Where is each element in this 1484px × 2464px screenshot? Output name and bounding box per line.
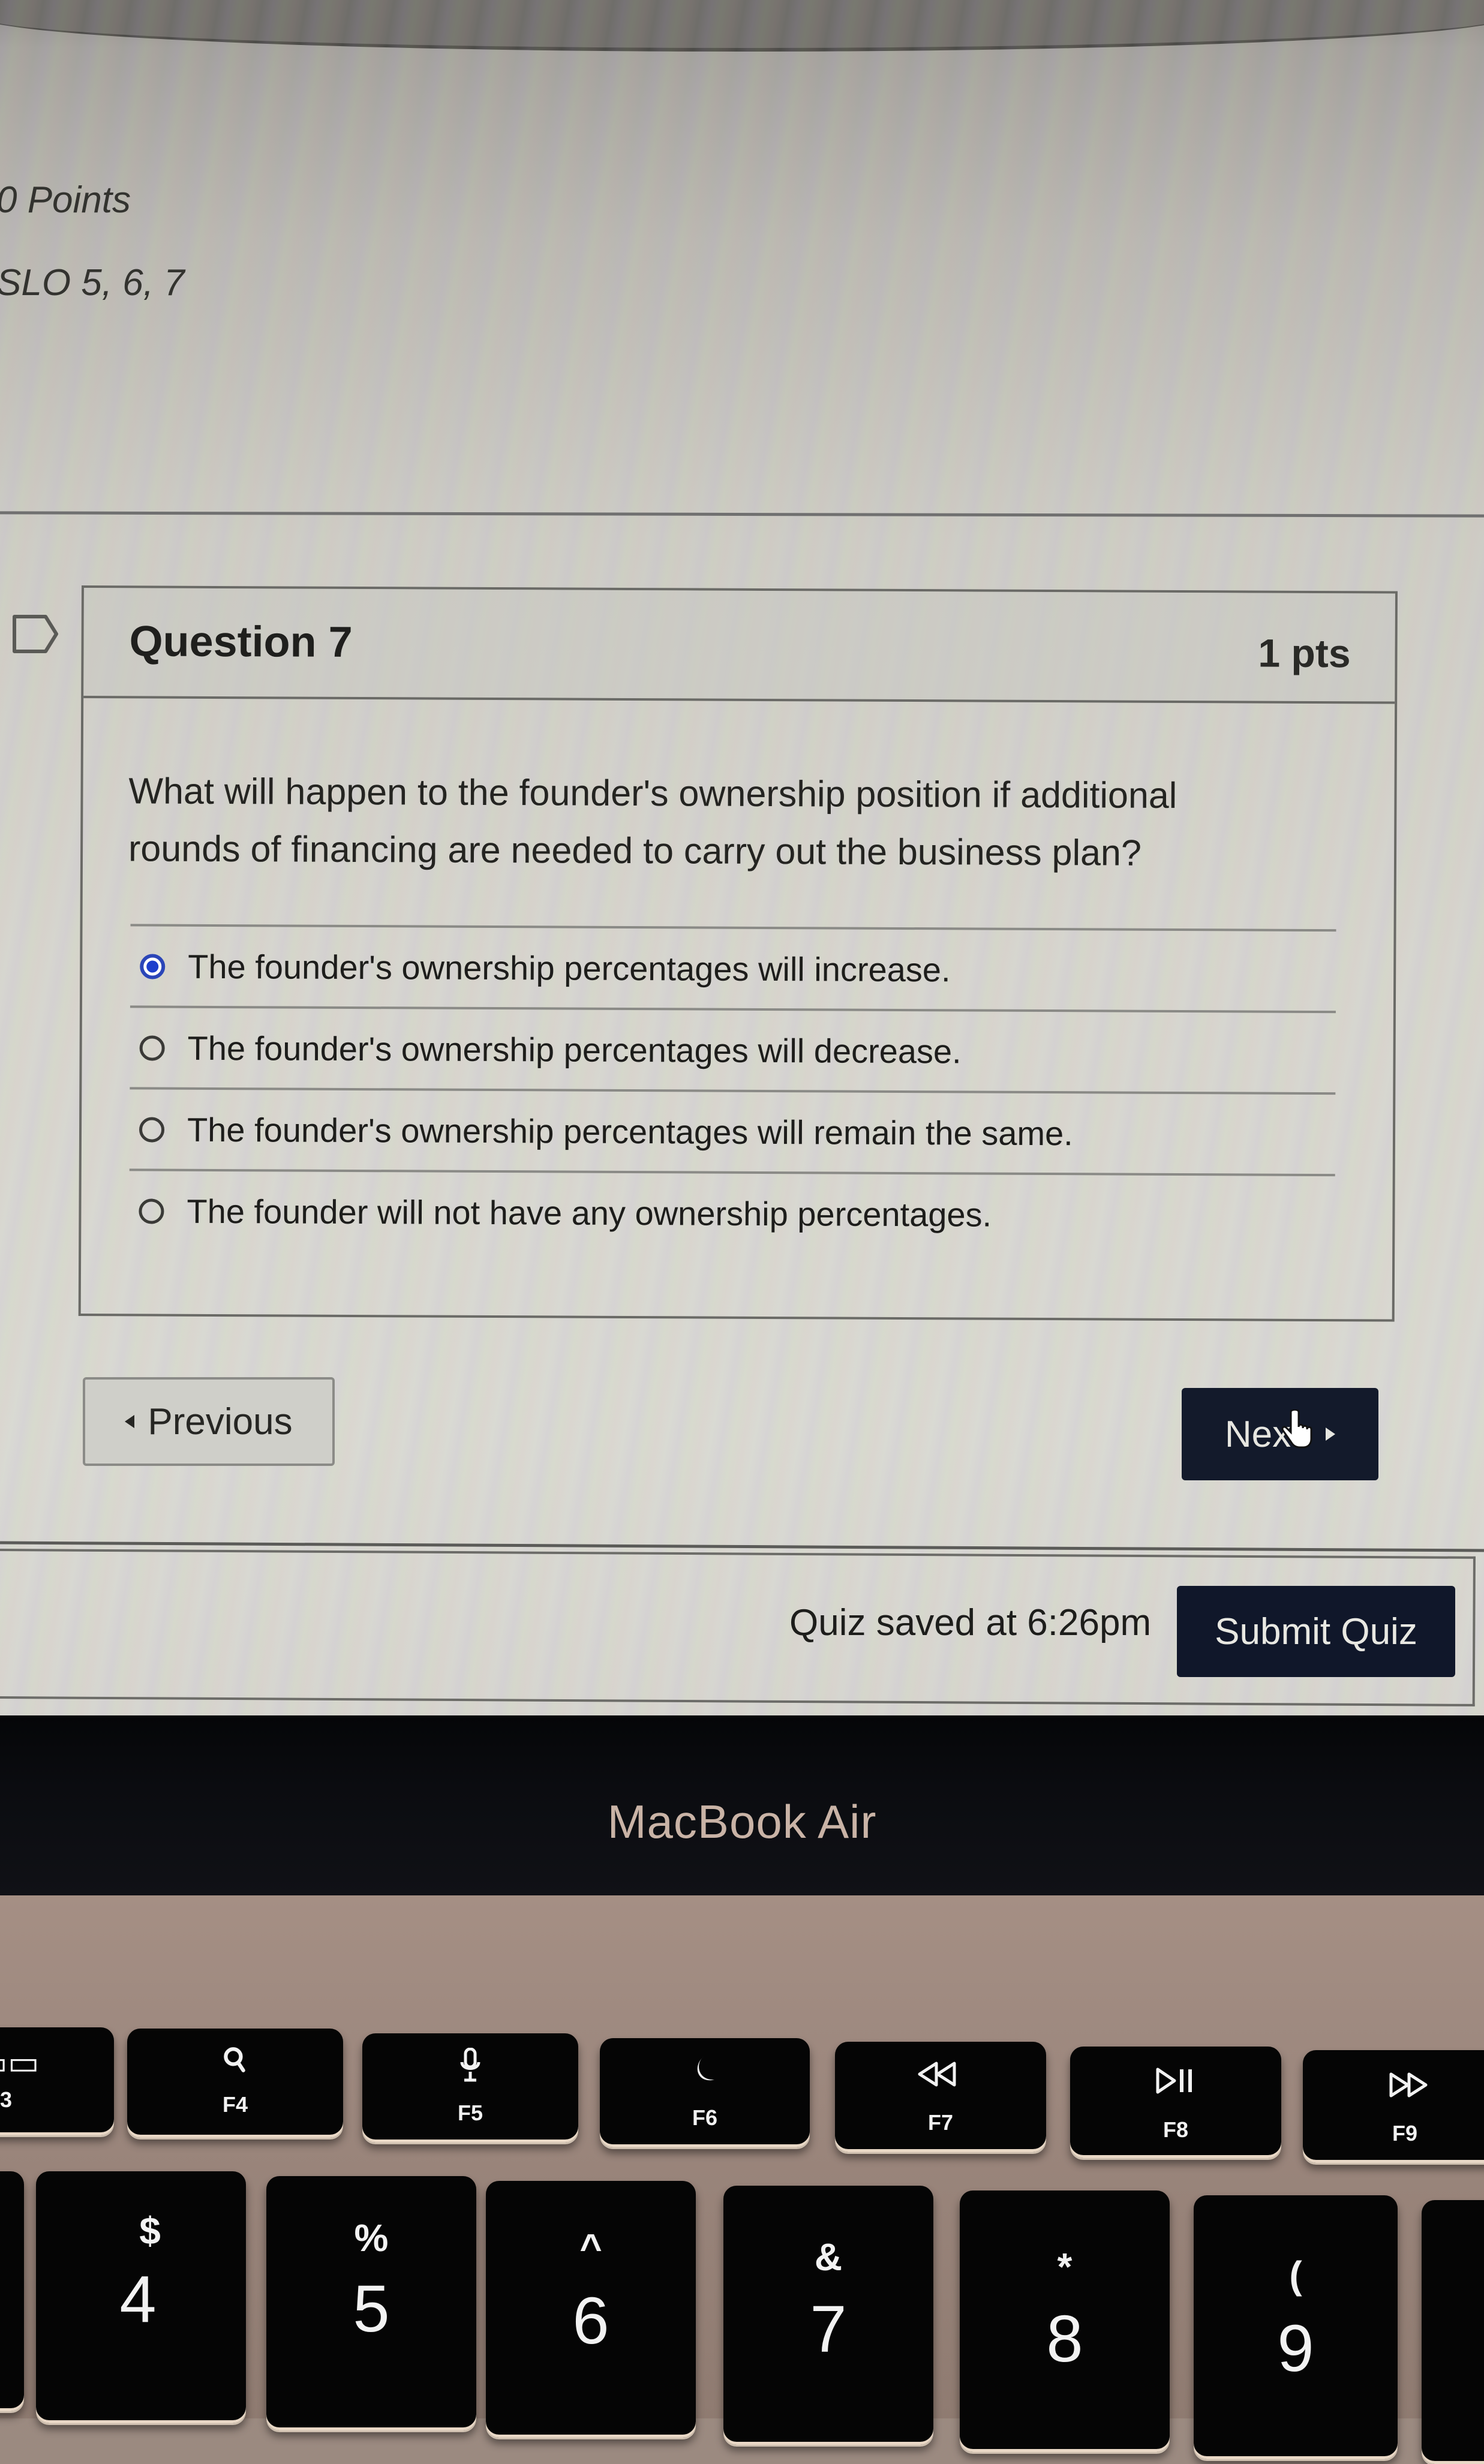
question-text-line: rounds of financing are needed to carry … (128, 828, 1142, 873)
key-9[interactable]: ( 9 (1194, 2195, 1398, 2459)
laptop-screen: 0 Points SLO 5, 6, 7 Question 7 1 pts Wh… (0, 0, 1484, 1727)
answer-option[interactable]: The founder's ownership percentages will… (130, 1005, 1336, 1093)
key-0[interactable] (1422, 2200, 1484, 2464)
fn-label: F4 (222, 2092, 248, 2117)
rewind-icon (918, 2062, 956, 2087)
key-f7[interactable]: F7 (835, 2042, 1046, 2152)
key-f4[interactable]: F4 (127, 2029, 343, 2138)
microphone-icon (460, 2048, 480, 2082)
fn-label: F7 (927, 2110, 953, 2135)
key-8[interactable]: * 8 (960, 2190, 1170, 2452)
laptop-bezel: MacBook Air (0, 1715, 1484, 1895)
fn-label: F6 (692, 2105, 717, 2130)
keyboard-deck: ▭▭ 3 F4 F5 F6 F7 (0, 1895, 1484, 2464)
radio-button[interactable] (139, 1117, 165, 1143)
fn-label: 3 (0, 2087, 13, 2112)
fn-label: F9 (1392, 2121, 1417, 2146)
fast-forward-icon (1389, 2072, 1428, 2098)
hand-cursor-icon (1281, 1410, 1312, 1449)
question-title: Question 7 (129, 617, 353, 666)
radio-button[interactable] (139, 1035, 165, 1061)
fn-label: F8 (1162, 2117, 1188, 2142)
caret-left-icon (125, 1415, 135, 1428)
device-brand-label: MacBook Air (607, 1795, 877, 1848)
caret-right-icon (1326, 1428, 1336, 1441)
shift-symbol: & (814, 2235, 843, 2279)
shift-symbol: % (354, 2216, 389, 2259)
key-f6[interactable]: F6 (600, 2038, 810, 2147)
moon-icon (697, 2057, 714, 2081)
question-text-line: What will happen to the founder's owners… (128, 770, 1177, 816)
radio-button[interactable] (139, 1198, 164, 1224)
screen-top-edge (0, 0, 1484, 52)
shift-symbol: $ (139, 2209, 161, 2252)
number-label: 9 (1277, 2312, 1314, 2385)
question-text: What will happen to the founder's owners… (128, 762, 1329, 882)
key-6[interactable]: ^ 6 (486, 2181, 696, 2438)
play-pause-icon (1156, 2068, 1192, 2094)
key-f5[interactable]: F5 (362, 2033, 578, 2143)
answer-label[interactable]: The founder's ownership percentages will… (187, 1029, 961, 1071)
question-points: 1 pts (1258, 630, 1351, 676)
number-label: 5 (353, 2272, 390, 2346)
quiz-slo-label: SLO 5, 6, 7 (0, 262, 185, 304)
key-f8[interactable]: F8 (1070, 2047, 1281, 2158)
number-label: 8 (1046, 2302, 1083, 2376)
radio-button-selected[interactable] (140, 954, 166, 979)
shift-symbol: ( (1289, 2253, 1302, 2297)
question-card: Question 7 1 pts What will happen to the… (78, 585, 1398, 1322)
launchpad-icon: ▭▭ (0, 2044, 40, 2081)
number-label: 4 (119, 2262, 157, 2336)
quiz-saved-status: Quiz saved at 6:26pm (789, 1602, 1152, 1643)
search-icon (224, 2047, 245, 2072)
submit-quiz-button[interactable]: Submit Quiz (1177, 1586, 1455, 1677)
number-label: 7 (810, 2292, 847, 2366)
fn-label: F5 (457, 2101, 483, 2125)
answer-label[interactable]: The founder's ownership percentages will… (188, 947, 951, 990)
quiz-points-label: 0 Points (0, 179, 131, 221)
previous-button[interactable]: Previous (83, 1377, 335, 1466)
answer-option[interactable]: The founder's ownership percentages will… (129, 1087, 1336, 1174)
answer-list: The founder's ownership percentages will… (129, 924, 1336, 1256)
shift-symbol: ^ (579, 2226, 602, 2269)
key-4[interactable]: $ 4 (36, 2171, 246, 2423)
shift-symbol: * (1057, 2245, 1073, 2288)
answer-option[interactable]: The founder will not have any ownership … (129, 1168, 1335, 1256)
key-f9[interactable]: F9 (1303, 2050, 1484, 2163)
flag-question-icon[interactable] (12, 614, 60, 654)
previous-label: Previous (148, 1401, 293, 1443)
key-7[interactable]: & 7 (723, 2186, 933, 2445)
key-f3[interactable]: ▭▭ 3 (0, 2027, 114, 2135)
key-3[interactable] (0, 2171, 24, 2411)
key-5[interactable]: % 5 (266, 2176, 476, 2430)
section-divider (0, 511, 1484, 518)
number-label: 6 (572, 2284, 609, 2358)
answer-label[interactable]: The founder's ownership percentages will… (187, 1110, 1073, 1153)
question-header: Question 7 1 pts (83, 588, 1395, 704)
answer-label[interactable]: The founder will not have any ownership … (187, 1192, 992, 1234)
answer-option[interactable]: The founder's ownership percentages will… (130, 924, 1336, 1011)
